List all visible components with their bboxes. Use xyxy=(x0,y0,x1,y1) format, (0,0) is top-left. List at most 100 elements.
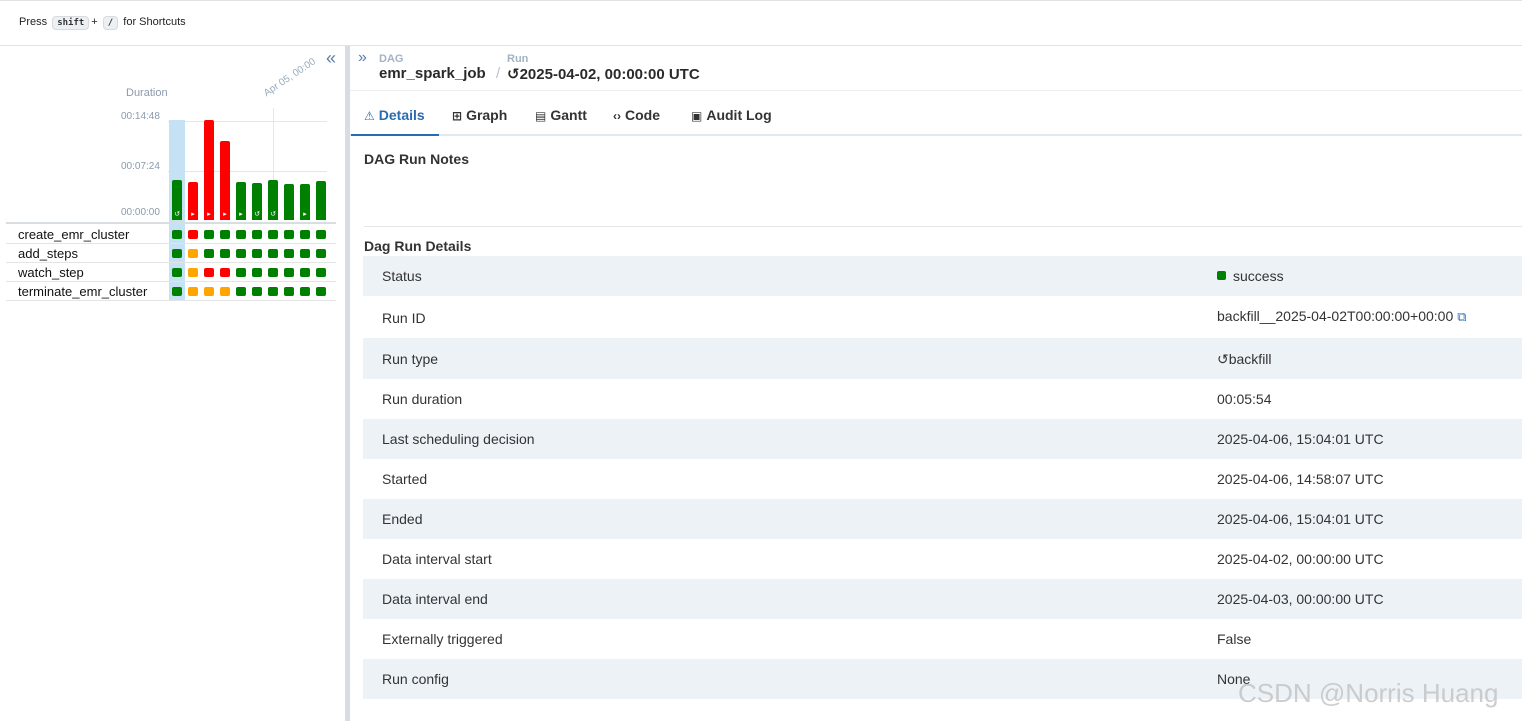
task-instance-cell[interactable] xyxy=(300,287,310,296)
task-instance-cell[interactable] xyxy=(300,230,310,239)
status-text: success xyxy=(1233,268,1284,284)
y-tick: 00:00:00 xyxy=(121,207,160,218)
backfill-icon: ↺ xyxy=(1217,351,1229,367)
run-duration-bar[interactable]: ▸ xyxy=(236,182,246,220)
task-instance-cell[interactable] xyxy=(300,268,310,277)
shortcut-prefix: Press xyxy=(19,16,48,28)
task-instance-cell[interactable] xyxy=(172,249,182,258)
task-instance-cell[interactable] xyxy=(236,287,246,296)
run-type-text: backfill xyxy=(1228,351,1272,367)
task-instance-cell[interactable] xyxy=(204,268,214,277)
backfill-icon: ↺ xyxy=(270,211,276,218)
detail-value: 2025-04-06, 14:58:07 UTC xyxy=(1217,471,1384,487)
task-instance-cell[interactable] xyxy=(284,230,294,239)
task-instance-cell[interactable] xyxy=(172,268,182,277)
backfill-icon: ↺ xyxy=(254,211,260,218)
task-instance-cell[interactable] xyxy=(220,230,230,239)
task-instance-cell[interactable] xyxy=(284,287,294,296)
detail-key: Run config xyxy=(382,671,449,687)
detail-key: Started xyxy=(382,471,428,487)
breadcrumb-dag-link[interactable]: emr_spark_job xyxy=(379,65,486,82)
run-duration-bar[interactable]: ▸ xyxy=(220,141,230,220)
detail-key: Last scheduling decision xyxy=(382,431,535,447)
detail-key: Run duration xyxy=(382,391,463,407)
run-duration-bar[interactable]: ↺ xyxy=(268,180,278,220)
task-name[interactable]: watch_step xyxy=(18,265,84,280)
task-instance-cell[interactable] xyxy=(252,230,262,239)
detail-value: 2025-04-06, 15:04:01 UTC xyxy=(1217,511,1384,527)
manual-run-icon: ▸ xyxy=(303,211,307,218)
task-instance-cell[interactable] xyxy=(188,268,198,277)
manual-run-icon: ▸ xyxy=(223,211,227,218)
run-duration-bar[interactable]: ▸ xyxy=(300,184,310,220)
shortcut-hint: Press shift + / for Shortcuts xyxy=(19,16,186,30)
task-instance-cell[interactable] xyxy=(300,249,310,258)
task-instance-cell[interactable] xyxy=(316,287,326,296)
tab-gantt[interactable]: ▤ Gantt xyxy=(535,107,587,123)
task-instance-cell[interactable] xyxy=(268,249,278,258)
task-row[interactable]: create_emr_cluster xyxy=(6,225,336,244)
tab-graph[interactable]: ⊞ Graph xyxy=(452,107,507,123)
date-marker-label: Apr 05, 00:00 xyxy=(261,56,318,99)
run-duration-bar[interactable]: ▸ xyxy=(188,182,198,220)
audit-log-icon: ▣ xyxy=(691,109,703,123)
run-duration-bar[interactable] xyxy=(316,181,326,220)
detail-row-run-id: Run ID backfill__2025-04-02T00:00:00+00:… xyxy=(363,296,1522,338)
task-instance-cell[interactable] xyxy=(316,230,326,239)
detail-row-interval-end: Data interval end 2025-04-03, 00:00:00 U… xyxy=(363,579,1522,619)
tab-code[interactable]: ‹› Code xyxy=(613,107,660,123)
task-name[interactable]: create_emr_cluster xyxy=(18,227,129,242)
task-instance-cell[interactable] xyxy=(284,249,294,258)
detail-value: 2025-04-03, 00:00:00 UTC xyxy=(1217,591,1384,607)
task-instance-cell[interactable] xyxy=(220,268,230,277)
task-row[interactable]: watch_step xyxy=(6,263,336,282)
run-duration-bar[interactable]: ▸ xyxy=(204,120,214,220)
task-instance-cell[interactable] xyxy=(252,287,262,296)
task-instance-cell[interactable] xyxy=(204,230,214,239)
details-table: Status success Run ID backfill__2025-04-… xyxy=(363,256,1522,699)
task-instance-cell[interactable] xyxy=(204,287,214,296)
task-instance-cell[interactable] xyxy=(316,268,326,277)
tab-audit-log[interactable]: ▣ Audit Log xyxy=(691,107,772,123)
task-instance-cell[interactable] xyxy=(236,230,246,239)
shortcut-suffix: for Shortcuts xyxy=(123,16,186,28)
task-row[interactable]: add_steps xyxy=(6,244,336,263)
tab-details[interactable]: ⚠ Details xyxy=(364,107,425,123)
task-instance-cell[interactable] xyxy=(188,249,198,258)
task-instance-cell[interactable] xyxy=(172,287,182,296)
breadcrumb-separator: / xyxy=(496,65,501,82)
double-chevron-left-icon[interactable]: « xyxy=(326,48,336,69)
detail-key: Ended xyxy=(382,511,423,527)
task-instance-cell[interactable] xyxy=(252,268,262,277)
task-instance-cell[interactable] xyxy=(268,230,278,239)
detail-row-ended: Ended 2025-04-06, 15:04:01 UTC xyxy=(363,499,1522,539)
breadcrumb-run[interactable]: ↺2025-04-02, 00:00:00 UTC xyxy=(507,65,700,83)
task-instance-cell[interactable] xyxy=(316,249,326,258)
task-instance-cell[interactable] xyxy=(188,230,198,239)
task-instance-cell[interactable] xyxy=(172,230,182,239)
task-row[interactable]: terminate_emr_cluster xyxy=(6,282,336,301)
task-instance-cell[interactable] xyxy=(268,287,278,296)
manual-run-icon: ▸ xyxy=(207,211,211,218)
task-instance-cell[interactable] xyxy=(220,287,230,296)
task-instance-cell[interactable] xyxy=(188,287,198,296)
task-name[interactable]: terminate_emr_cluster xyxy=(18,284,147,299)
task-instance-cell[interactable] xyxy=(268,268,278,277)
run-duration-bar[interactable]: ↺ xyxy=(172,180,182,220)
run-duration-bar[interactable] xyxy=(284,184,294,220)
task-instance-cell[interactable] xyxy=(252,249,262,258)
run-name: 2025-04-02, 00:00:00 UTC xyxy=(519,66,700,83)
code-icon: ‹› xyxy=(613,109,621,123)
copy-icon[interactable]: ⧉ xyxy=(1457,309,1466,325)
task-instance-cell[interactable] xyxy=(236,249,246,258)
tab-label: Gantt xyxy=(550,107,587,123)
task-instance-cell[interactable] xyxy=(284,268,294,277)
manual-run-icon: ▸ xyxy=(191,211,195,218)
task-instance-cell[interactable] xyxy=(204,249,214,258)
task-instance-cell[interactable] xyxy=(236,268,246,277)
detail-value: 2025-04-06, 15:04:01 UTC xyxy=(1217,431,1384,447)
run-duration-bar[interactable]: ↺ xyxy=(252,183,262,220)
task-name[interactable]: add_steps xyxy=(18,246,78,261)
double-chevron-right-icon[interactable]: » xyxy=(358,49,367,67)
task-instance-cell[interactable] xyxy=(220,249,230,258)
